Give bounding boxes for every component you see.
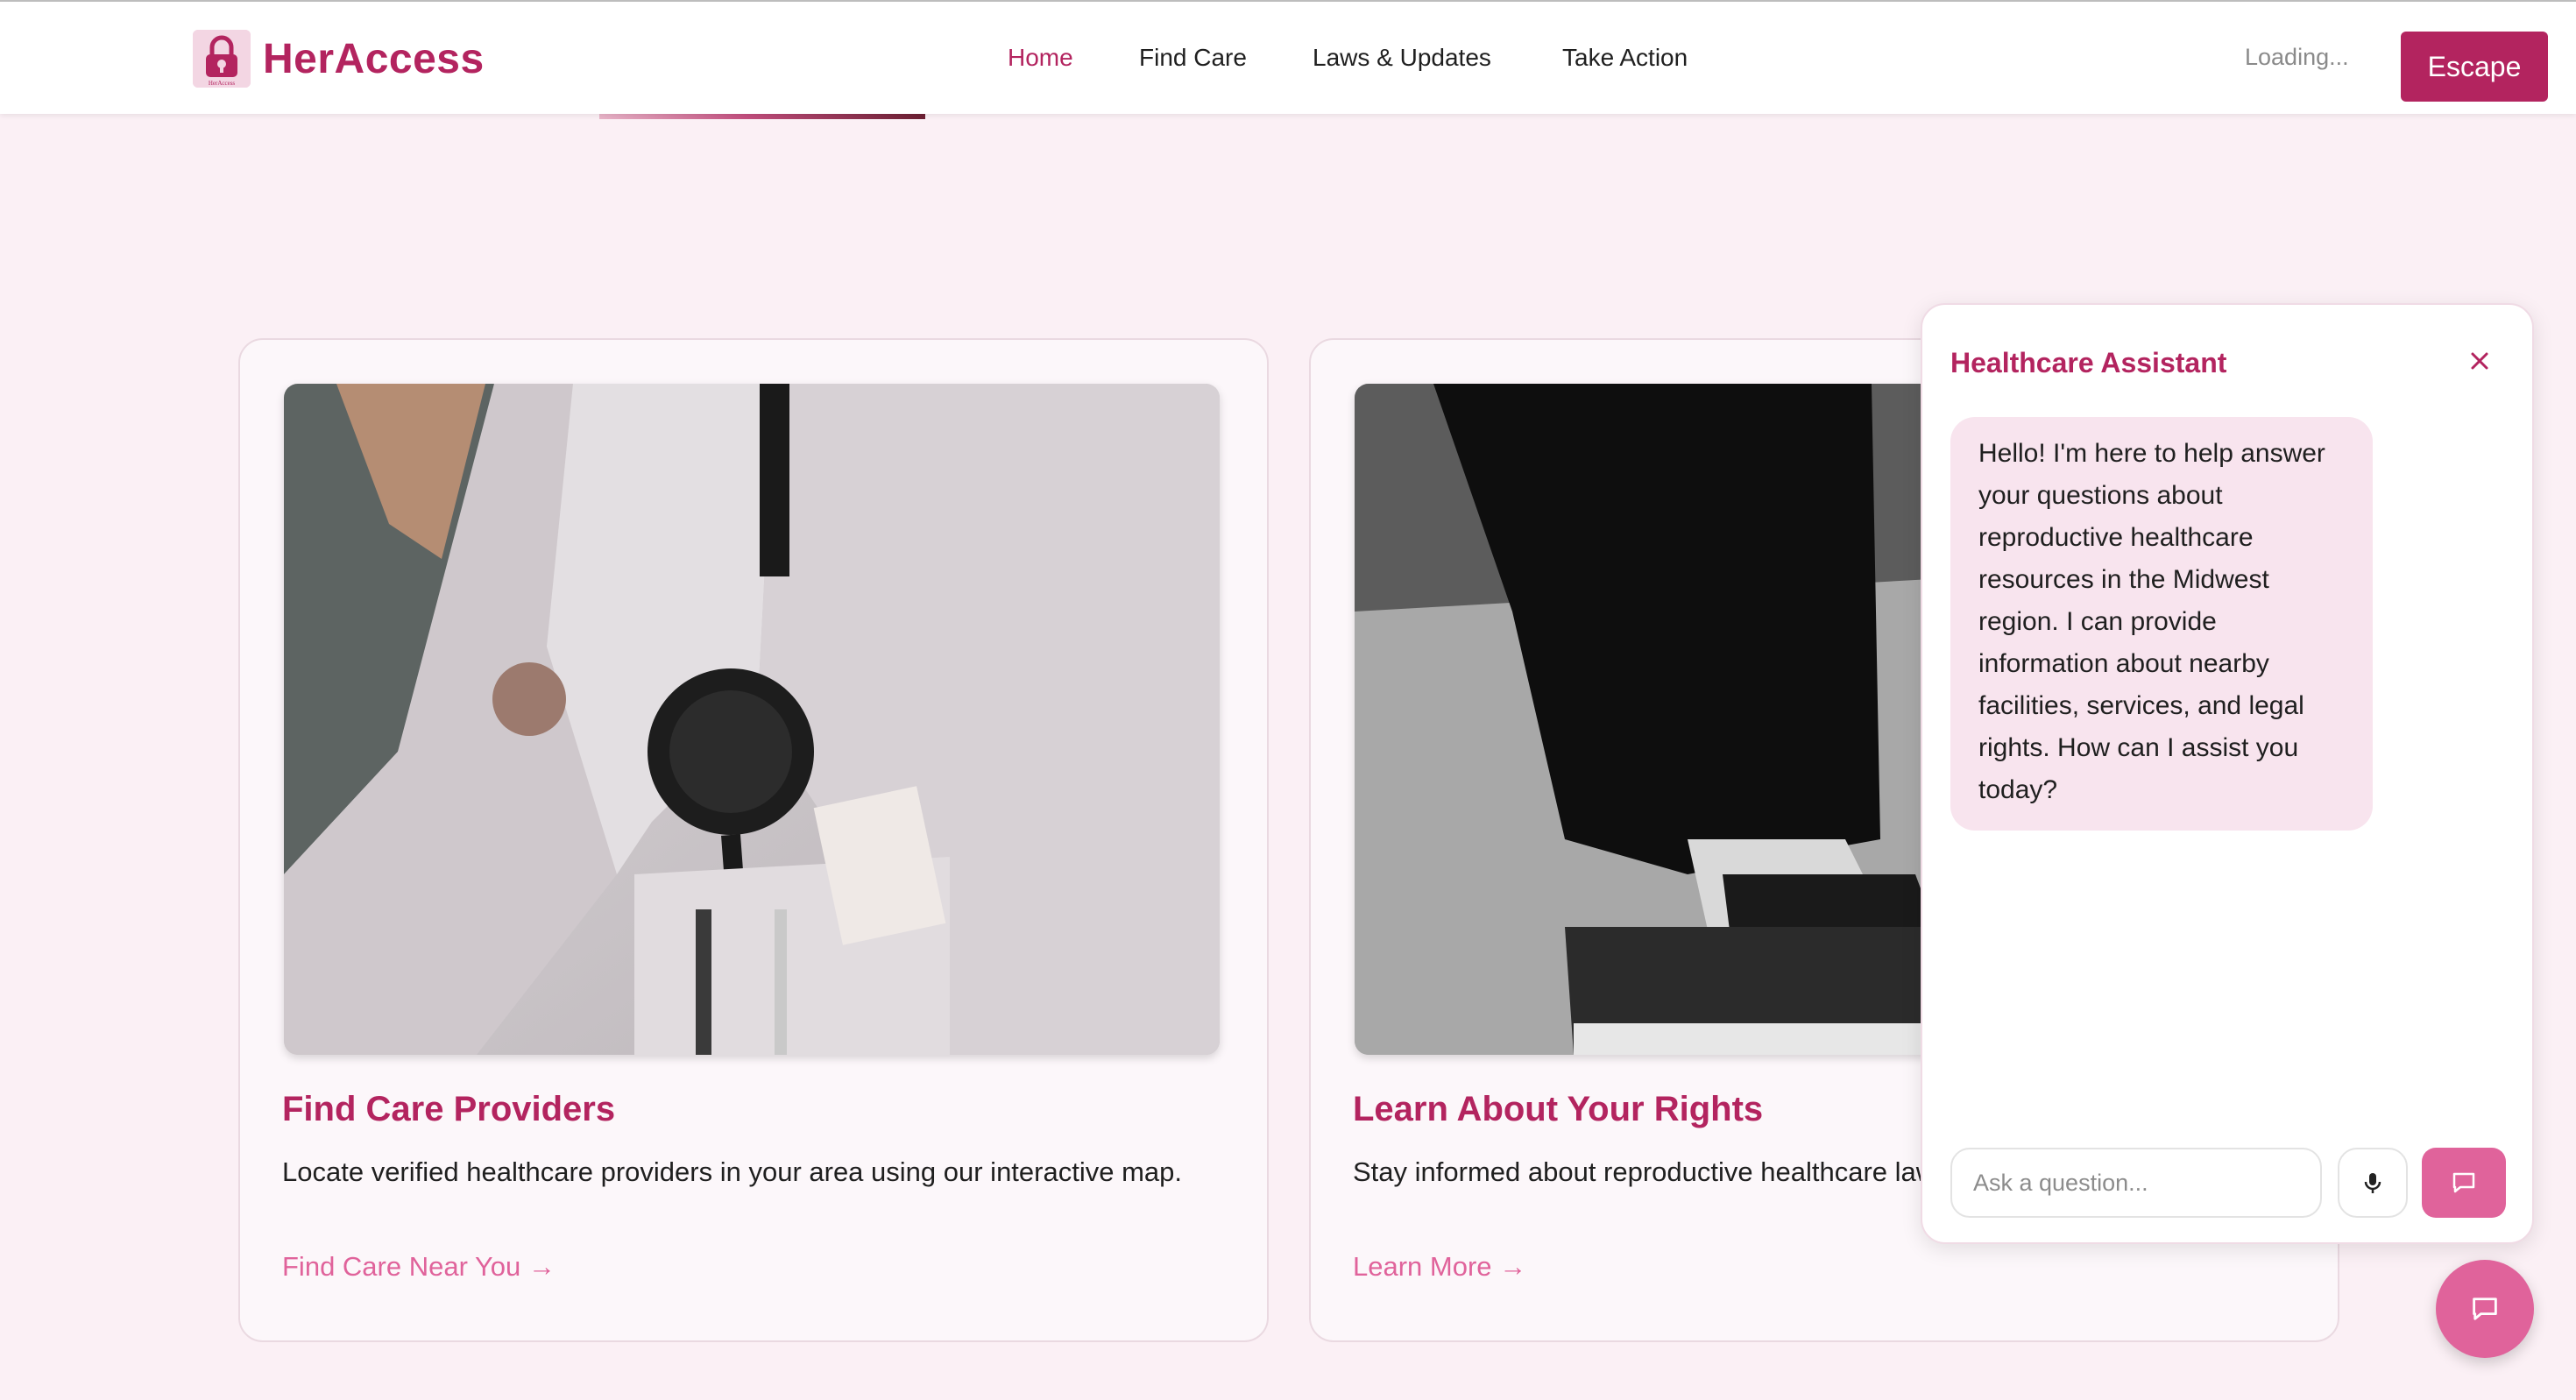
brand-name[interactable]: HerAccess <box>263 35 485 83</box>
nav-take-action[interactable]: Take Action <box>1562 44 1688 72</box>
svg-text:HerAccess: HerAccess <box>209 80 236 87</box>
learn-more-link[interactable]: Learn More → <box>1353 1251 1526 1283</box>
microphone-button[interactable] <box>2338 1148 2408 1218</box>
chat-toggle-button[interactable] <box>2436 1260 2534 1358</box>
question-input[interactable] <box>1950 1148 2322 1218</box>
assistant-message: Hello! I'm here to help answer your ques… <box>1950 417 2373 831</box>
chat-bubble-icon <box>2452 1172 2475 1193</box>
doctor-stethoscope-photo <box>284 384 1220 1055</box>
close-icon[interactable] <box>2462 343 2497 378</box>
chat-bubble-icon <box>2473 1297 2497 1320</box>
find-care-link[interactable]: Find Care Near You → <box>282 1251 556 1283</box>
nav-laws-updates[interactable]: Laws & Updates <box>1313 44 1491 72</box>
microphone-icon <box>2364 1173 2381 1193</box>
chat-title: Healthcare Assistant <box>1950 347 2227 378</box>
card-description: Locate verified healthcare providers in … <box>282 1156 1182 1187</box>
logo-icon[interactable]: HerAccess <box>193 30 251 88</box>
loading-status: Loading... <box>2245 44 2349 70</box>
card-find-care: Find Care Providers Locate verified heal… <box>238 338 1269 1342</box>
page: HerAccess HerAccess Home Find Care Laws … <box>0 0 2576 1400</box>
nav-find-care[interactable]: Find Care <box>1139 44 1247 72</box>
send-button[interactable] <box>2422 1148 2506 1218</box>
top-navbar: HerAccess HerAccess Home Find Care Laws … <box>0 0 2576 114</box>
card-title: Learn About Your Rights <box>1353 1090 1764 1128</box>
nav-home[interactable]: Home <box>1008 44 1073 72</box>
card-title: Find Care Providers <box>282 1090 616 1128</box>
healthcare-assistant-panel: Healthcare Assistant Hello! I'm here to … <box>1921 303 2534 1244</box>
escape-button[interactable]: Escape <box>2401 32 2548 102</box>
